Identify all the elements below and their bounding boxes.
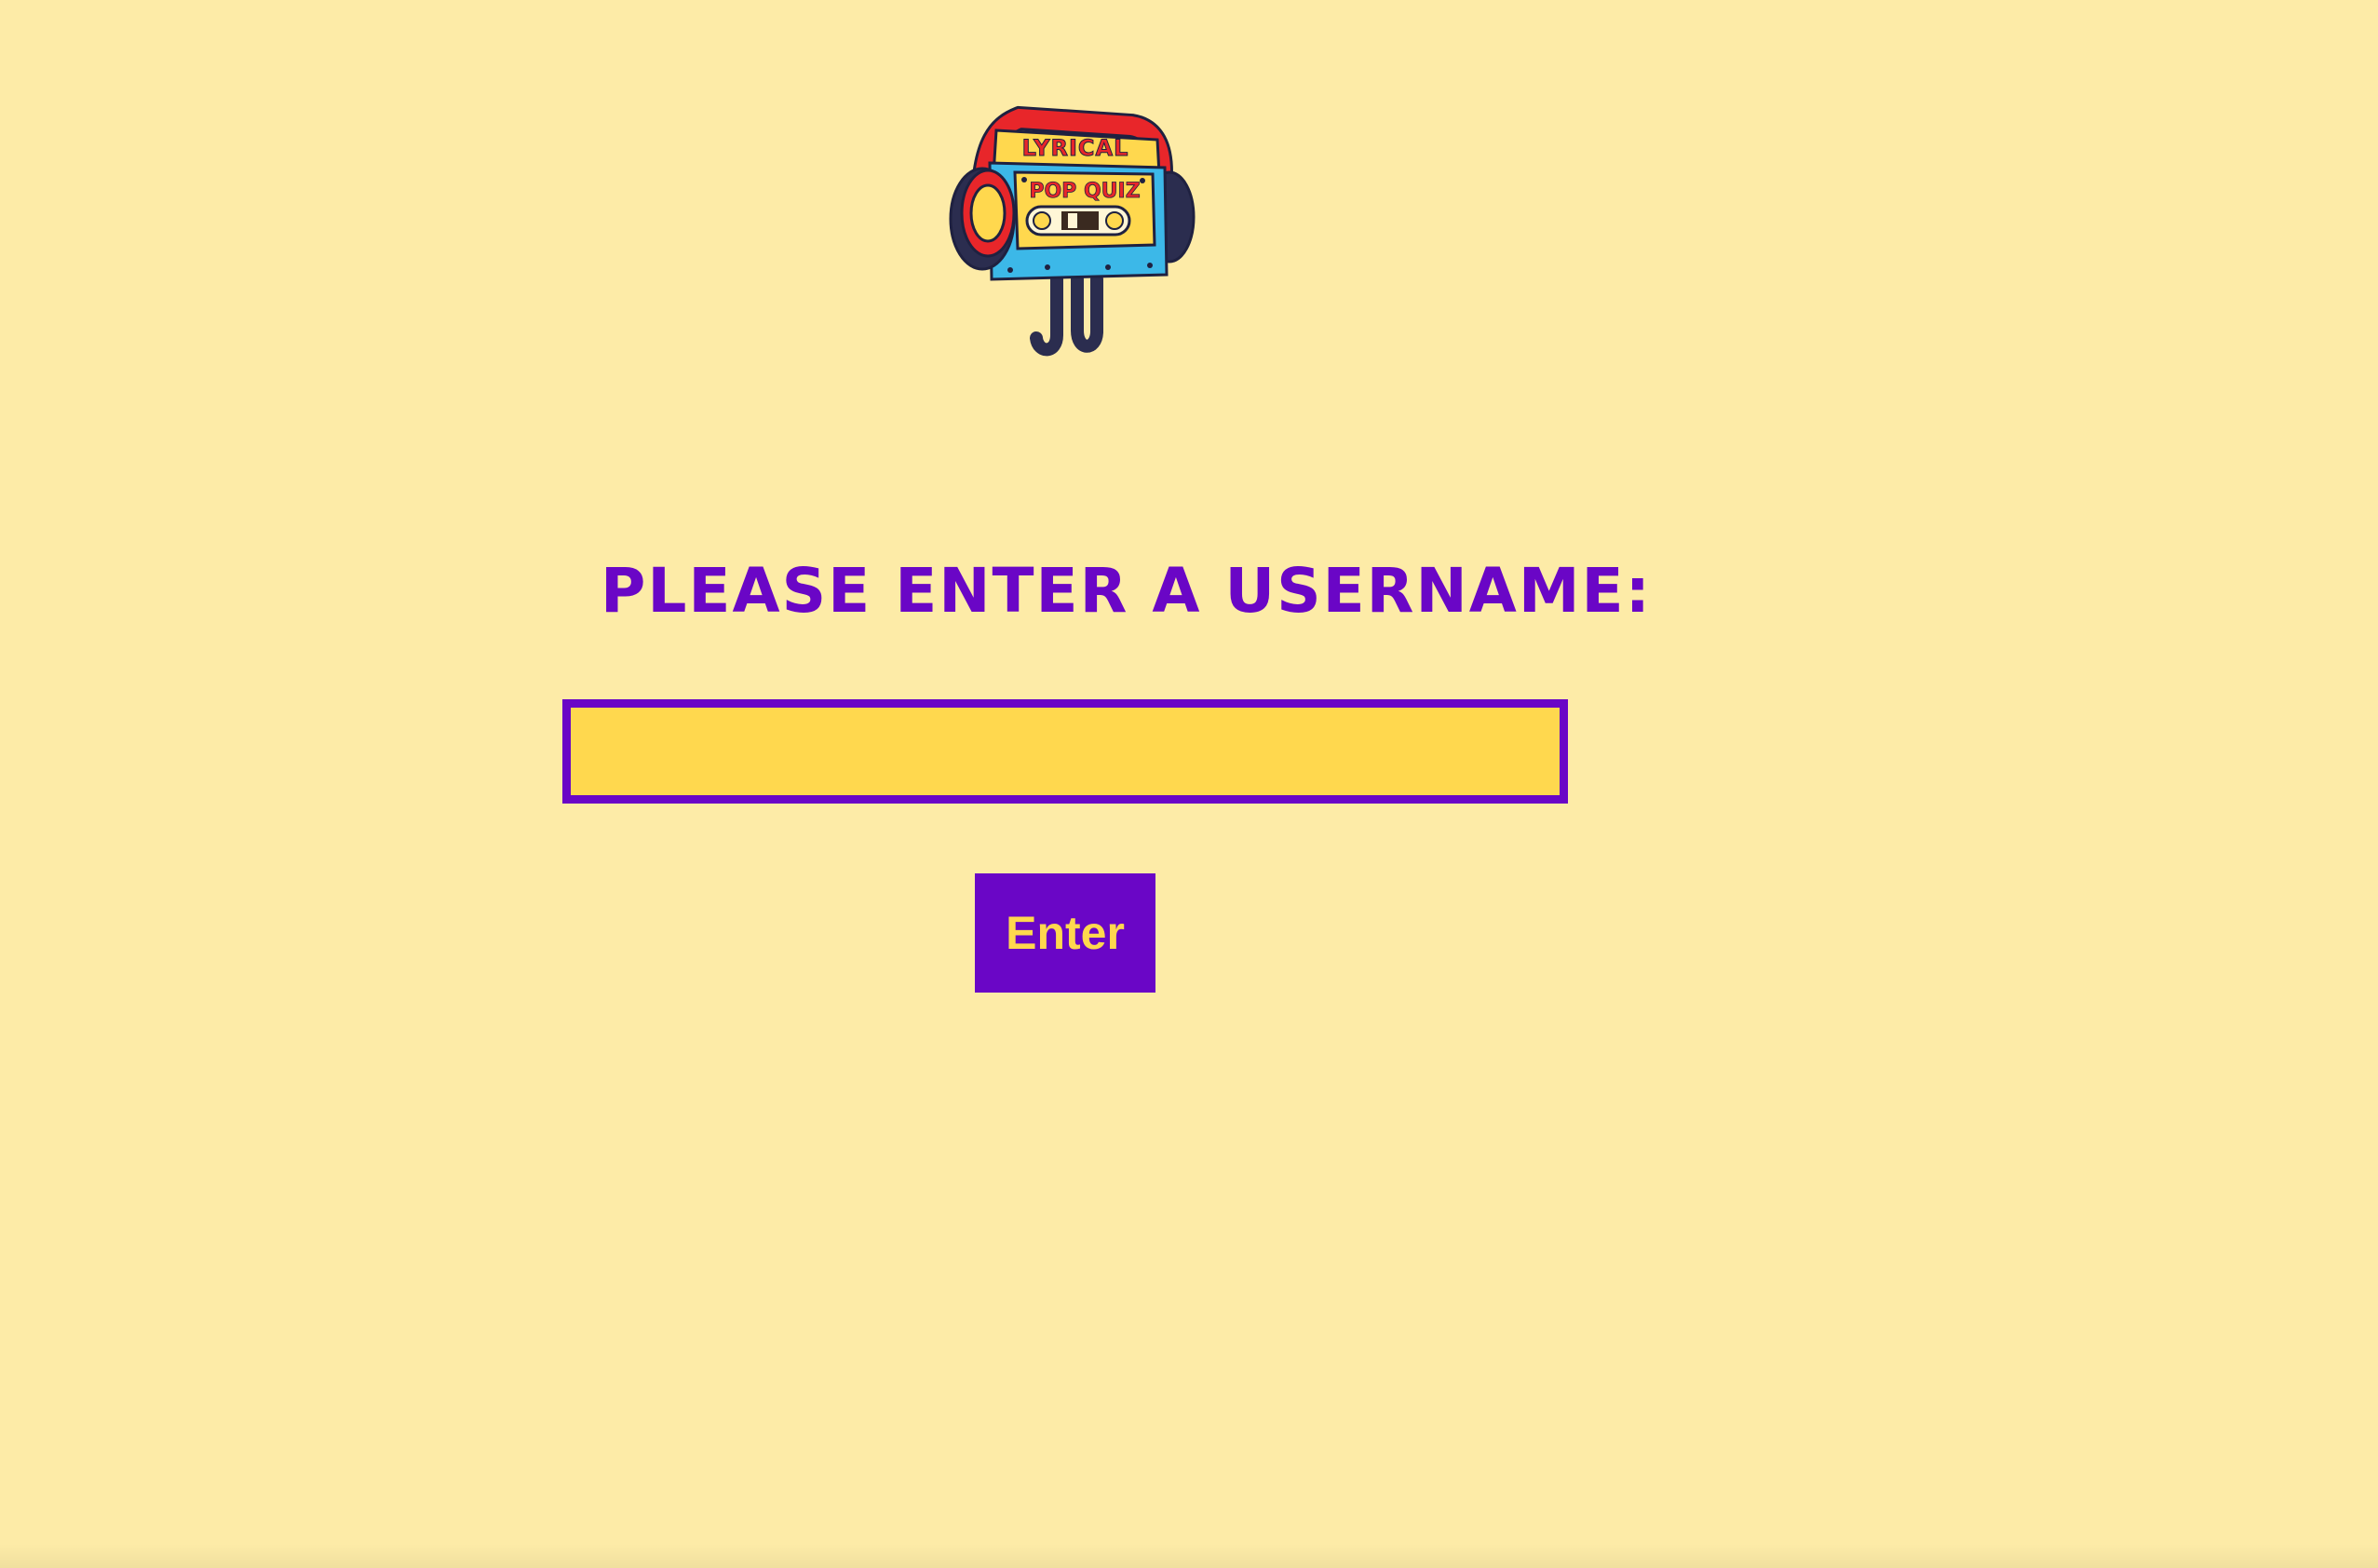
username-input[interactable] bbox=[562, 699, 1568, 804]
enter-button[interactable]: Enter bbox=[975, 873, 1155, 993]
cassette-with-headphones-icon: LYRICAL POP QUIZ bbox=[949, 105, 1196, 357]
username-prompt: Please enter a username: bbox=[601, 555, 1652, 627]
page: LYRICAL POP QUIZ Please enter a username… bbox=[0, 0, 2378, 1568]
logo-text-line2: POP QUIZ bbox=[1029, 180, 1140, 203]
logo-text-line1: LYRICAL bbox=[1022, 135, 1129, 161]
bottom-shade bbox=[0, 1544, 2378, 1568]
lyrical-pop-quiz-logo: LYRICAL POP QUIZ bbox=[945, 98, 1196, 358]
